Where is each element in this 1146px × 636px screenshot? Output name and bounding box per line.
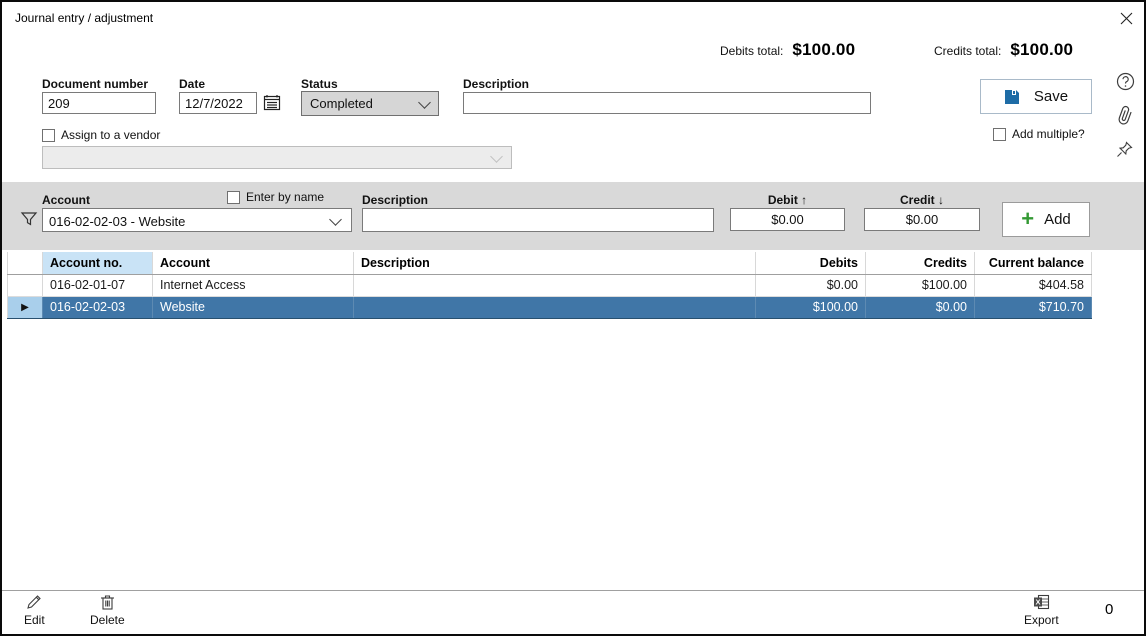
table-header-row: Account no. Account Description Debits C… xyxy=(8,252,1092,274)
cell-balance[interactable]: $710.70 xyxy=(975,296,1092,318)
debit-input[interactable] xyxy=(730,208,845,231)
save-button[interactable]: Save xyxy=(980,79,1092,114)
enter-by-name-checkbox[interactable]: Enter by name xyxy=(227,190,324,204)
assign-vendor-label: Assign to a vendor xyxy=(61,128,160,142)
add-multiple-label: Add multiple? xyxy=(1012,127,1085,141)
table-row[interactable]: 016-02-01-07 Internet Access $0.00 $100.… xyxy=(8,274,1092,296)
edit-button-label: Edit xyxy=(24,613,45,627)
row-selector-arrow-icon[interactable]: ▶ xyxy=(8,296,43,318)
document-number-input[interactable] xyxy=(42,92,156,114)
description-label: Description xyxy=(463,77,529,91)
table-row-selected[interactable]: ▶ 016-02-02-03 Website $100.00 $0.00 $71… xyxy=(8,296,1092,318)
enter-by-name-checkbox-box[interactable] xyxy=(227,191,240,204)
calendar-icon[interactable] xyxy=(263,94,281,117)
plus-icon: + xyxy=(1021,208,1034,230)
description-input[interactable] xyxy=(463,92,871,114)
enter-by-name-label: Enter by name xyxy=(246,190,324,204)
entry-description-label: Description xyxy=(362,193,428,207)
delete-button-label: Delete xyxy=(90,613,125,627)
help-icon[interactable] xyxy=(1116,72,1135,91)
add-multiple-checkbox[interactable]: Add multiple? xyxy=(993,127,1085,141)
cell-balance[interactable]: $404.58 xyxy=(975,274,1092,296)
record-count: 0 xyxy=(1105,601,1113,618)
cell-description[interactable] xyxy=(354,296,756,318)
add-button-label: Add xyxy=(1044,211,1071,228)
credits-total: Credits total: $100.00 xyxy=(934,40,1073,60)
col-header-current-balance[interactable]: Current balance xyxy=(975,252,1092,274)
credit-label: Credit ↓ xyxy=(864,193,980,207)
credit-input[interactable] xyxy=(864,208,980,231)
journal-entry-window: Journal entry / adjustment Debits total:… xyxy=(0,0,1146,636)
export-button[interactable]: X Export xyxy=(1024,593,1059,627)
journal-lines-table: Account no. Account Description Debits C… xyxy=(7,252,1092,319)
svg-text:X: X xyxy=(1035,597,1040,606)
row-selector-header xyxy=(8,252,43,274)
debits-total: Debits total: $100.00 xyxy=(720,40,855,60)
cell-credits[interactable]: $0.00 xyxy=(866,296,975,318)
col-header-description[interactable]: Description xyxy=(354,252,756,274)
attachment-icon[interactable] xyxy=(1114,103,1135,128)
vendor-select[interactable] xyxy=(42,146,512,169)
assign-vendor-checkbox-box[interactable] xyxy=(42,129,55,142)
cell-debits[interactable]: $0.00 xyxy=(756,274,866,296)
cell-credits[interactable]: $100.00 xyxy=(866,274,975,296)
account-label: Account xyxy=(42,193,90,207)
footer-divider xyxy=(2,590,1144,591)
status-label: Status xyxy=(301,77,338,91)
status-value: Completed xyxy=(310,96,373,111)
pencil-icon xyxy=(26,593,42,610)
debits-total-value: $100.00 xyxy=(792,40,855,60)
cell-debits[interactable]: $100.00 xyxy=(756,296,866,318)
debits-total-label: Debits total: xyxy=(720,44,783,58)
account-combobox[interactable]: 016-02-02-03 - Website xyxy=(42,208,352,232)
col-header-debits[interactable]: Debits xyxy=(756,252,866,274)
date-input[interactable] xyxy=(179,92,257,114)
chevron-down-icon xyxy=(329,213,342,226)
save-button-label: Save xyxy=(1034,88,1068,105)
chevron-down-icon xyxy=(490,150,503,163)
add-button[interactable]: + Add xyxy=(1002,202,1090,237)
cell-account-no[interactable]: 016-02-01-07 xyxy=(43,274,153,296)
chevron-down-icon xyxy=(418,96,431,109)
row-selector-cell[interactable] xyxy=(8,274,43,296)
document-number-label: Document number xyxy=(42,77,148,91)
excel-export-icon: X xyxy=(1033,593,1050,610)
window-title: Journal entry / adjustment xyxy=(15,11,153,25)
filter-icon[interactable] xyxy=(20,210,38,233)
cell-description[interactable] xyxy=(354,274,756,296)
save-icon xyxy=(1004,89,1020,105)
edit-button[interactable]: Edit xyxy=(24,593,45,627)
credits-total-label: Credits total: xyxy=(934,44,1001,58)
account-combobox-value: 016-02-02-03 - Website xyxy=(49,214,185,229)
col-header-credits[interactable]: Credits xyxy=(866,252,975,274)
date-label: Date xyxy=(179,77,205,91)
entry-description-input[interactable] xyxy=(362,208,714,232)
col-header-account[interactable]: Account xyxy=(153,252,354,274)
add-multiple-checkbox-box[interactable] xyxy=(993,128,1006,141)
export-button-label: Export xyxy=(1024,613,1059,627)
cell-account-no[interactable]: 016-02-02-03 xyxy=(43,296,153,318)
cell-account[interactable]: Internet Access xyxy=(153,274,354,296)
pin-icon[interactable] xyxy=(1115,140,1134,159)
col-header-account-no[interactable]: Account no. xyxy=(43,252,153,274)
credits-total-value: $100.00 xyxy=(1010,40,1073,60)
assign-vendor-checkbox[interactable]: Assign to a vendor xyxy=(42,128,160,142)
trash-icon xyxy=(100,593,115,610)
debit-label: Debit ↑ xyxy=(730,193,845,207)
cell-account[interactable]: Website xyxy=(153,296,354,318)
delete-button[interactable]: Delete xyxy=(90,593,125,627)
status-select[interactable]: Completed xyxy=(301,91,439,116)
close-icon[interactable] xyxy=(1116,8,1136,28)
